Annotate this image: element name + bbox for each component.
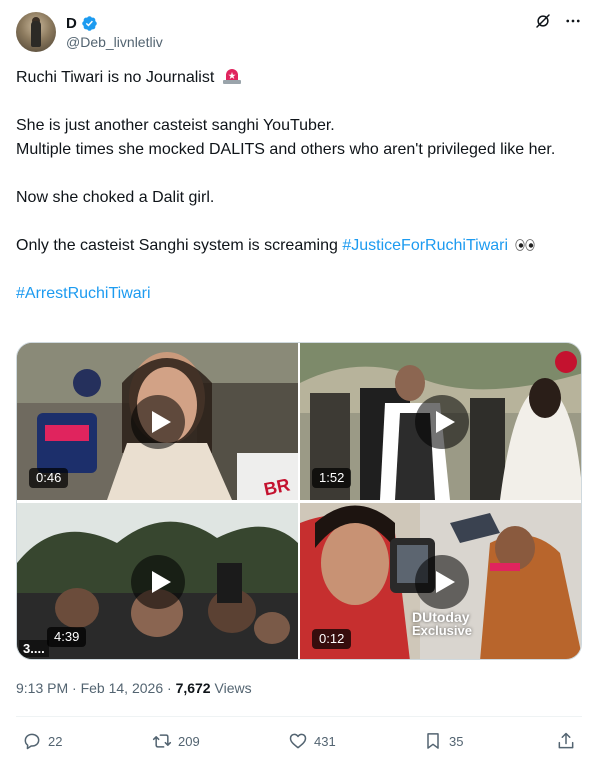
header-actions (534, 12, 582, 34)
reply-button[interactable]: 22 (22, 728, 62, 754)
tweet-line: She is just another casteist sanghi YouT… (16, 117, 335, 134)
video-duration: 4:39 (47, 627, 87, 647)
bookmark-icon (427, 733, 439, 749)
play-icon[interactable] (130, 394, 185, 449)
views-count[interactable]: 7,672 (176, 680, 211, 696)
play-icon[interactable] (414, 394, 469, 449)
video-thumbnail-4[interactable]: DUtoday Exclusive 0:12 (300, 503, 581, 659)
action-bar: 22 209 431 35 (16, 728, 582, 754)
like-button[interactable]: 431 (288, 728, 336, 754)
video-overlay-text: Exclusive (412, 623, 472, 638)
repost-button[interactable]: 209 (152, 728, 200, 754)
share-icon (558, 732, 574, 749)
tweet-timestamp: 9:13 PM · Feb 14, 2026 · 7,672 Views (16, 680, 252, 696)
bookmark-count: 35 (449, 733, 464, 749)
tweet-header: D @Deb_livnletliv (16, 12, 582, 56)
bookmark-button[interactable]: 35 (423, 728, 463, 754)
tweet-text: Ruchi Tiwari is no Journalist She is jus… (16, 66, 582, 306)
separator-dot: · (72, 680, 77, 696)
tweet-line: #ArrestRuchiTiwari (16, 282, 582, 306)
display-name[interactable]: D (66, 15, 77, 32)
verified-badge-icon (82, 15, 97, 31)
play-icon[interactable] (130, 555, 185, 609)
video-thumbnail-1[interactable]: BR 0:46 (17, 343, 298, 500)
tweet-line: Multiple times she mocked DALITS and oth… (16, 141, 556, 158)
tweet-line: Only the casteist Sanghi system is screa… (16, 234, 582, 258)
repost-count: 209 (178, 733, 200, 749)
siren-emoji-icon (222, 69, 241, 84)
tweet-line-text: Only the casteist Sanghi system is screa… (16, 237, 343, 254)
hashtag-link-arrest[interactable]: #ArrestRuchiTiwari (16, 285, 151, 302)
video-duration: 0:46 (29, 468, 69, 488)
tweet-time[interactable]: 9:13 PM (16, 680, 68, 696)
more-icon[interactable] (564, 12, 582, 35)
eyes-emoji-icon (515, 239, 536, 251)
tweet-line-text: Ruchi Tiwari is no Journalist (16, 69, 215, 86)
name-row: D (66, 13, 98, 33)
repost-icon (152, 734, 172, 748)
reply-icon (24, 733, 40, 750)
heart-icon (289, 733, 307, 749)
reply-count: 22 (48, 733, 63, 749)
grok-icon[interactable] (534, 12, 552, 35)
views-label: Views (214, 680, 252, 696)
tweet-date[interactable]: Feb 14, 2026 (81, 680, 164, 696)
avatar[interactable] (16, 12, 56, 52)
tweet-line: Now she choked a Dalit girl. (16, 189, 215, 206)
share-button[interactable] (556, 728, 576, 754)
video-duration: 0:12 (312, 629, 352, 649)
separator-dot: · (167, 680, 172, 696)
video-thumbnail-2[interactable]: 1:52 (300, 343, 581, 500)
author-handle[interactable]: @Deb_livnletliv (66, 34, 163, 50)
tweet-line: Ruchi Tiwari is no Journalist (16, 66, 582, 90)
video-overlay-text: BR (262, 474, 292, 500)
video-overlay-text: 3.... (19, 640, 49, 657)
video-thumbnail-3[interactable]: 3.... 4:39 (17, 503, 298, 659)
play-icon[interactable] (414, 555, 469, 609)
divider (16, 716, 582, 717)
hashtag-link-justice[interactable]: #JusticeForRuchiTiwari (342, 237, 508, 254)
like-count: 431 (314, 733, 336, 749)
media-grid: BR 0:46 1:52 3.... 4:39 DUtoday Exclusiv… (16, 342, 582, 660)
video-duration: 1:52 (312, 468, 352, 488)
